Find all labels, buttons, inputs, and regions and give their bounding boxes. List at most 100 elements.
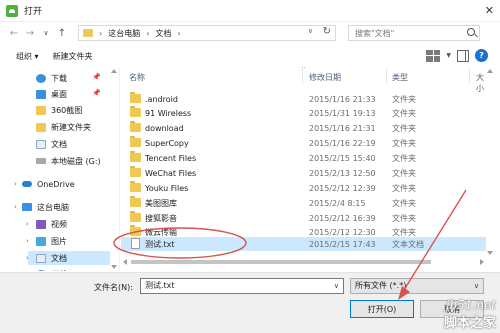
- sidebar-item-label: 桌面: [51, 89, 67, 99]
- sidebar-item-pictures[interactable]: 图片: [36, 234, 110, 248]
- chevron-right-icon[interactable]: ›: [99, 29, 102, 38]
- video-icon: [36, 219, 46, 229]
- filename-input[interactable]: 测试.txt ∨: [140, 278, 344, 294]
- folder-icon: [130, 196, 141, 207]
- change-view-icon[interactable]: [426, 49, 441, 62]
- sidebar-item-label: 视频: [51, 219, 67, 229]
- address-dropdown-icon[interactable]: ∨: [308, 27, 313, 35]
- scroll-left-icon[interactable]: [123, 259, 127, 265]
- search-icon[interactable]: [467, 28, 475, 36]
- column-header-date-modified[interactable]: 修改日期: [309, 72, 341, 83]
- organize-button[interactable]: 组织 ▾: [16, 51, 39, 62]
- sidebar-item-label: 文档: [51, 139, 67, 149]
- file-row[interactable]: .android 2015/1/16 21:33 文件夹: [121, 92, 486, 106]
- sidebar-item-label: 文档: [51, 253, 67, 263]
- navigation-pane: 下载 📌 桌面 📌 360截图 新建文件夹 文档 本地磁盘 (G:) › One…: [0, 67, 120, 271]
- file-row[interactable]: Tencent Files 2015/2/15 15:40 文件夹: [121, 151, 486, 165]
- view-options-chevron-icon[interactable]: ▼: [446, 52, 451, 59]
- search-input[interactable]: 搜索"文档": [348, 25, 480, 41]
- file-name: WeChat Files: [145, 168, 197, 178]
- file-row[interactable]: 搜狐影音 2015/2/12 16:39 文件夹: [121, 211, 486, 225]
- expand-chevron-icon[interactable]: ›: [14, 203, 17, 211]
- back-arrow-icon[interactable]: ←: [6, 25, 22, 41]
- sidebar-item-documents-quick[interactable]: 文档: [36, 137, 110, 151]
- chevron-right-icon[interactable]: ›: [177, 29, 180, 38]
- sidebar-item-label: 下载: [51, 269, 67, 272]
- search-placeholder: 搜索"文档": [355, 28, 395, 38]
- sidebar-item-videos[interactable]: 视频: [36, 217, 110, 231]
- sidebar-item-360-screenshots[interactable]: 360截图: [36, 103, 110, 117]
- scroll-up-icon[interactable]: [111, 69, 117, 73]
- scroll-down-icon[interactable]: [487, 251, 493, 255]
- file-name: 微云传输: [145, 227, 177, 237]
- sidebar-scrollbar[interactable]: [110, 67, 118, 271]
- file-type: 文件夹: [392, 138, 416, 148]
- close-icon[interactable]: ✕: [485, 4, 494, 17]
- sidebar-item-this-pc[interactable]: 这台电脑: [22, 200, 110, 214]
- column-header-name[interactable]: 名称: [129, 72, 145, 83]
- file-name: Tencent Files: [145, 153, 197, 163]
- sidebar-item-label: 这台电脑: [37, 202, 69, 212]
- sidebar-item-local-disk-g[interactable]: 本地磁盘 (G:): [36, 154, 110, 168]
- column-header-row: ^ 名称 修改日期 类型 大小: [121, 67, 486, 93]
- file-row[interactable]: Youku Files 2015/2/12 12:39 文件夹: [121, 181, 486, 195]
- filename-dropdown-icon[interactable]: ∨: [334, 279, 339, 293]
- file-row[interactable]: download 2015/1/16 21:31 文件夹: [121, 121, 486, 135]
- open-button[interactable]: 打开(O): [350, 300, 414, 318]
- filetype-dropdown-icon[interactable]: ∨: [474, 279, 479, 293]
- file-name: 测试.txt: [145, 239, 175, 249]
- folder-icon: [130, 136, 141, 147]
- pin-icon[interactable]: 📌: [92, 73, 101, 81]
- pin-icon[interactable]: 📌: [92, 89, 101, 97]
- file-row[interactable]: 美图图库 2015/2/4 8:15 文件夹: [121, 196, 486, 210]
- scroll-thumb[interactable]: [131, 260, 431, 264]
- chevron-right-icon[interactable]: ›: [146, 29, 149, 38]
- forward-arrow-icon[interactable]: →: [22, 25, 38, 41]
- column-header-type[interactable]: 类型: [392, 72, 408, 83]
- file-type: 文件夹: [392, 183, 416, 193]
- expand-chevron-icon[interactable]: ›: [26, 220, 29, 228]
- file-name: .android: [145, 94, 178, 104]
- file-date: 2015/1/31 19:13: [309, 108, 376, 118]
- column-divider[interactable]: [469, 69, 470, 83]
- file-type: 文件夹: [392, 94, 416, 104]
- file-name: 美图图库: [145, 198, 177, 208]
- view-controls: ▼ ?: [426, 49, 488, 62]
- sidebar-item-new-folder[interactable]: 新建文件夹: [36, 120, 110, 134]
- filetype-select[interactable]: 所有文件 (*.*) ∨: [350, 278, 484, 294]
- file-date: 2015/2/4 8:15: [309, 198, 366, 208]
- sidebar-item-downloads-pc[interactable]: 下载: [36, 267, 110, 271]
- column-header-size[interactable]: 大小: [476, 72, 486, 94]
- sidebar-item-documents[interactable]: 文档: [28, 251, 110, 265]
- folder-icon: [130, 211, 141, 222]
- refresh-icon[interactable]: ↻: [323, 26, 331, 37]
- up-arrow-icon[interactable]: ↑: [54, 25, 70, 41]
- cloud-icon: [22, 181, 32, 187]
- expand-chevron-icon[interactable]: ›: [14, 180, 17, 188]
- sidebar-item-onedrive[interactable]: OneDrive: [22, 177, 110, 191]
- file-list-scrollbar[interactable]: [486, 67, 496, 257]
- breadcrumb-documents[interactable]: 文档: [155, 28, 171, 39]
- breadcrumb-this-pc[interactable]: 这台电脑: [108, 28, 140, 39]
- help-icon[interactable]: ?: [475, 49, 488, 62]
- file-row[interactable]: SuperCopy 2015/1/16 22:19 文件夹: [121, 136, 486, 150]
- address-bar[interactable]: › 这台电脑 › 文档 › ∨ ↻: [78, 25, 336, 41]
- app-icon: [6, 4, 18, 17]
- scroll-down-icon[interactable]: [111, 265, 117, 269]
- file-row-selected[interactable]: 测试.txt 2015/2/15 17:43 文本文档: [121, 237, 486, 251]
- file-row[interactable]: WeChat Files 2015/2/13 12:50 文件夹: [121, 166, 486, 180]
- folder-icon: [130, 225, 141, 236]
- file-row[interactable]: 91 Wireless 2015/1/31 19:13 文件夹: [121, 106, 486, 120]
- recent-locations-chevron-icon[interactable]: ∨: [38, 25, 54, 41]
- sidebar-item-label: 下载: [51, 73, 67, 83]
- scroll-up-icon[interactable]: [487, 69, 493, 73]
- preview-pane-icon[interactable]: [457, 49, 469, 62]
- file-date: 2015/1/16 22:19: [309, 138, 376, 148]
- column-divider[interactable]: [386, 69, 387, 83]
- file-list-horizontal-scrollbar[interactable]: [121, 257, 486, 267]
- scroll-right-icon[interactable]: [480, 259, 484, 265]
- expand-chevron-icon[interactable]: ›: [26, 237, 29, 245]
- column-divider[interactable]: [302, 69, 303, 83]
- new-folder-button[interactable]: 新建文件夹: [53, 51, 93, 62]
- sidebar-item-label: OneDrive: [37, 179, 75, 189]
